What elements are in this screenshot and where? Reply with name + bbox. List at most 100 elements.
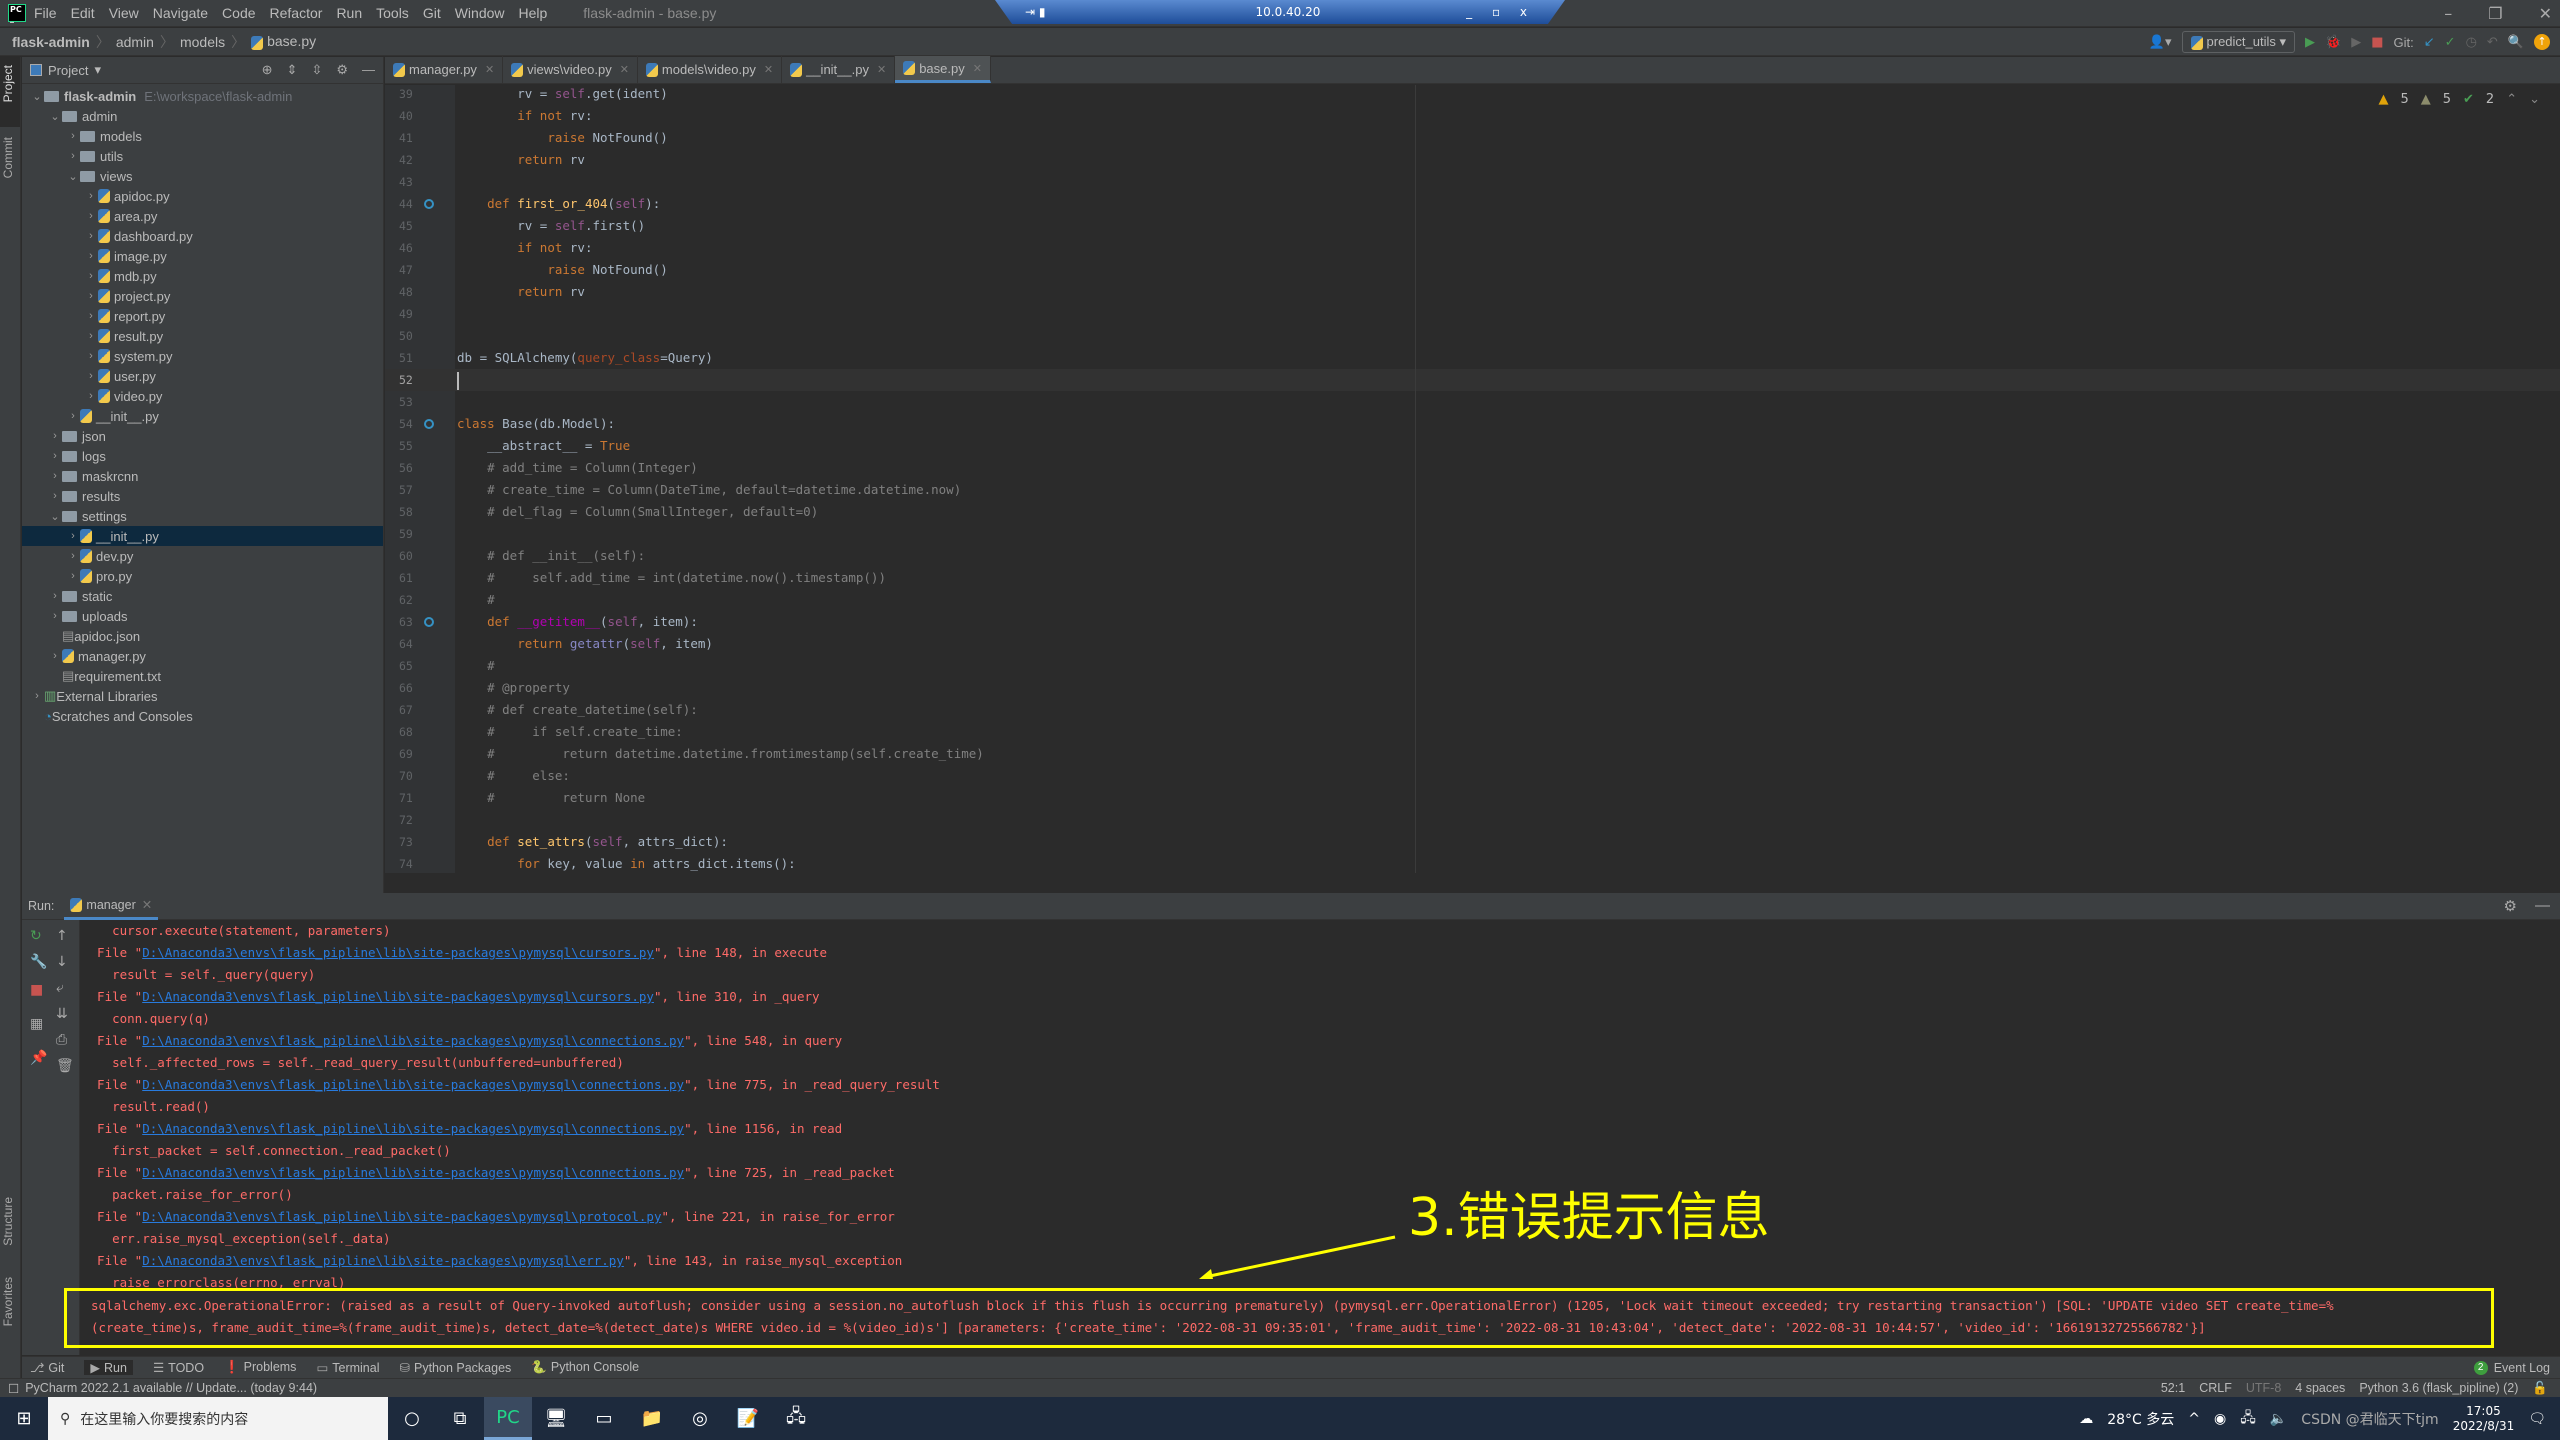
code-line[interactable]: 46 if not rv: bbox=[385, 237, 2560, 259]
code-line[interactable]: 68 # if self.create_time: bbox=[385, 721, 2560, 743]
indent-setting[interactable]: 4 spaces bbox=[2295, 1381, 2345, 1396]
code-line[interactable]: 53 bbox=[385, 391, 2560, 413]
project-view-select[interactable]: Project bbox=[48, 63, 88, 78]
editor-tab[interactable]: manager.py ✕ bbox=[385, 56, 504, 83]
tree-item[interactable]: › system.py bbox=[22, 346, 383, 366]
tool-tab-project[interactable]: Project bbox=[1, 65, 15, 102]
editor-tab[interactable]: __init__.py ✕ bbox=[782, 56, 896, 83]
chevron-right-icon[interactable]: › bbox=[48, 610, 62, 622]
file-link[interactable]: D:\Anaconda3\envs\flask_pipline\lib\site… bbox=[142, 1253, 624, 1268]
tree-item[interactable]: › static bbox=[22, 586, 383, 606]
breadcrumb-models[interactable]: models bbox=[180, 34, 225, 50]
chevron-right-icon[interactable]: › bbox=[48, 490, 62, 502]
override-marker-icon[interactable] bbox=[424, 199, 434, 209]
chevron-down-icon[interactable]: ⌄ bbox=[30, 90, 44, 103]
close-tab-icon[interactable]: ✕ bbox=[764, 63, 773, 76]
close-tab-icon[interactable]: ✕ bbox=[973, 62, 982, 75]
code-line[interactable]: 52 bbox=[385, 369, 2560, 391]
tree-item[interactable]: › utils bbox=[22, 146, 383, 166]
tool-window-problems[interactable]: ❗ Problems bbox=[224, 1360, 296, 1375]
status-toggle-icon[interactable]: ☐ bbox=[8, 1381, 19, 1396]
override-marker-icon[interactable] bbox=[424, 419, 434, 429]
chevron-right-icon[interactable]: › bbox=[84, 270, 98, 282]
code-line[interactable]: 39 rv = self.get(ident) bbox=[385, 85, 2560, 105]
menu-tools[interactable]: Tools bbox=[376, 5, 409, 21]
code-line[interactable]: 57 # create_time = Column(DateTime, defa… bbox=[385, 479, 2560, 501]
taskbar-search[interactable]: ⚲ 在这里输入你要搜索的内容 bbox=[48, 1397, 388, 1440]
volume-icon[interactable]: 🔈 bbox=[2270, 1411, 2287, 1427]
code-line[interactable]: 42 return rv bbox=[385, 149, 2560, 171]
chevron-right-icon[interactable]: › bbox=[48, 470, 62, 482]
code-line[interactable]: 49 bbox=[385, 303, 2560, 325]
tree-item[interactable]: › image.py bbox=[22, 246, 383, 266]
update-icon[interactable]: ↑ bbox=[2534, 34, 2550, 50]
tree-item[interactable]: › area.py bbox=[22, 206, 383, 226]
chevron-right-icon[interactable]: › bbox=[84, 210, 98, 222]
tray-expand-icon[interactable]: ^ bbox=[2188, 1411, 2200, 1427]
code-line[interactable]: 51 db = SQLAlchemy(query_class=Query) bbox=[385, 347, 2560, 369]
gear-icon[interactable]: ⚙ bbox=[2504, 897, 2517, 915]
code-line[interactable]: 73 def set_attrs(self, attrs_dict): bbox=[385, 831, 2560, 853]
tool-tab-favorites[interactable]: Favorites bbox=[1, 1277, 15, 1326]
tree-item[interactable]: › dashboard.py bbox=[22, 226, 383, 246]
code-line[interactable]: 67 # def create_datetime(self): bbox=[385, 699, 2560, 721]
tree-item[interactable]: › maskrcnn bbox=[22, 466, 383, 486]
monitor-taskbar-icon[interactable]: 🖥 bbox=[532, 1397, 580, 1440]
chevron-right-icon[interactable]: › bbox=[48, 650, 62, 662]
chevron-down-icon[interactable]: ⌄ bbox=[48, 510, 62, 523]
code-line[interactable]: 59 bbox=[385, 523, 2560, 545]
previous-highlight-icon[interactable]: ⌃ bbox=[2506, 92, 2517, 107]
debug-icon[interactable]: 🐞 bbox=[2325, 35, 2341, 50]
tree-item[interactable]: › pro.py bbox=[22, 566, 383, 586]
collapse-all-icon[interactable]: ⇳ bbox=[311, 62, 322, 78]
code-line[interactable]: 61 # self.add_time = int(datetime.now().… bbox=[385, 567, 2560, 589]
tree-item[interactable]: › project.py bbox=[22, 286, 383, 306]
chevron-right-icon[interactable]: › bbox=[84, 230, 98, 242]
line-separator[interactable]: CRLF bbox=[2199, 1381, 2232, 1396]
search-icon[interactable]: 🔍 bbox=[2508, 35, 2524, 50]
code-line[interactable]: 40 if not rv: bbox=[385, 105, 2560, 127]
remote-taskbar-icon[interactable]: 🖧 bbox=[772, 1397, 820, 1440]
task-view-icon[interactable]: ⧉ bbox=[436, 1397, 484, 1440]
cortana-icon[interactable]: ○ bbox=[388, 1397, 436, 1440]
gear-icon[interactable]: ⚙ bbox=[336, 62, 348, 78]
trash-icon[interactable]: 🗑 bbox=[56, 1058, 74, 1074]
close-button[interactable]: ✕ bbox=[2539, 4, 2552, 23]
menu-code[interactable]: Code bbox=[222, 5, 255, 21]
tool-window-python-packages[interactable]: ⛁ Python Packages bbox=[400, 1360, 512, 1375]
tree-item[interactable]: › logs bbox=[22, 446, 383, 466]
code-line[interactable]: 58 # del_flag = Column(SmallInteger, def… bbox=[385, 501, 2560, 523]
weather-text[interactable]: 28°C 多云 bbox=[2107, 1409, 2174, 1429]
code-line[interactable]: 60 # def __init__(self): bbox=[385, 545, 2560, 567]
scroll-to-end-icon[interactable]: ⇊ bbox=[56, 1006, 68, 1022]
tool-window-run[interactable]: ▶ Run bbox=[84, 1360, 133, 1375]
menu-navigate[interactable]: Navigate bbox=[153, 5, 208, 21]
pin-icon[interactable]: ⇥ ▮ bbox=[1025, 5, 1045, 19]
chevron-right-icon[interactable]: › bbox=[48, 450, 62, 462]
editor-tab[interactable]: models\video.py ✕ bbox=[638, 56, 783, 83]
chevron-right-icon[interactable]: › bbox=[30, 690, 44, 702]
run-configuration-select[interactable]: predict_utils ▾ bbox=[2181, 31, 2296, 53]
print-icon[interactable]: ⎙ bbox=[56, 1032, 67, 1048]
hide-icon[interactable]: — bbox=[2535, 897, 2550, 915]
hide-icon[interactable]: — bbox=[362, 62, 375, 78]
expand-all-icon[interactable]: ⇕ bbox=[287, 62, 298, 78]
tree-item[interactable]: › json bbox=[22, 426, 383, 446]
chevron-right-icon[interactable]: › bbox=[84, 390, 98, 402]
tree-item[interactable]: ⌄ flask-admin E:\workspace\flask-admin bbox=[22, 86, 383, 106]
code-line[interactable]: 71 # return None bbox=[385, 787, 2560, 809]
tree-item[interactable]: › uploads bbox=[22, 606, 383, 626]
chevron-right-icon[interactable]: › bbox=[66, 570, 80, 582]
chevron-right-icon[interactable]: › bbox=[84, 330, 98, 342]
tray-app-icon[interactable]: ◉ bbox=[2214, 1411, 2226, 1427]
browser-taskbar-icon[interactable]: ◎ bbox=[676, 1397, 724, 1440]
code-line[interactable]: 65 # bbox=[385, 655, 2560, 677]
code-line[interactable]: 48 return rv bbox=[385, 281, 2560, 303]
breadcrumb-file[interactable]: base.py bbox=[251, 33, 316, 50]
chevron-right-icon[interactable]: › bbox=[84, 290, 98, 302]
tree-item[interactable]: ⌄ admin bbox=[22, 106, 383, 126]
file-link[interactable]: D:\Anaconda3\envs\flask_pipline\lib\site… bbox=[142, 945, 654, 960]
interpreter[interactable]: Python 3.6 (flask_pipline) (2) bbox=[2359, 1381, 2518, 1396]
run-icon[interactable]: ▶ bbox=[2305, 35, 2315, 50]
tree-item[interactable]: › ▥ External Libraries bbox=[22, 686, 383, 706]
